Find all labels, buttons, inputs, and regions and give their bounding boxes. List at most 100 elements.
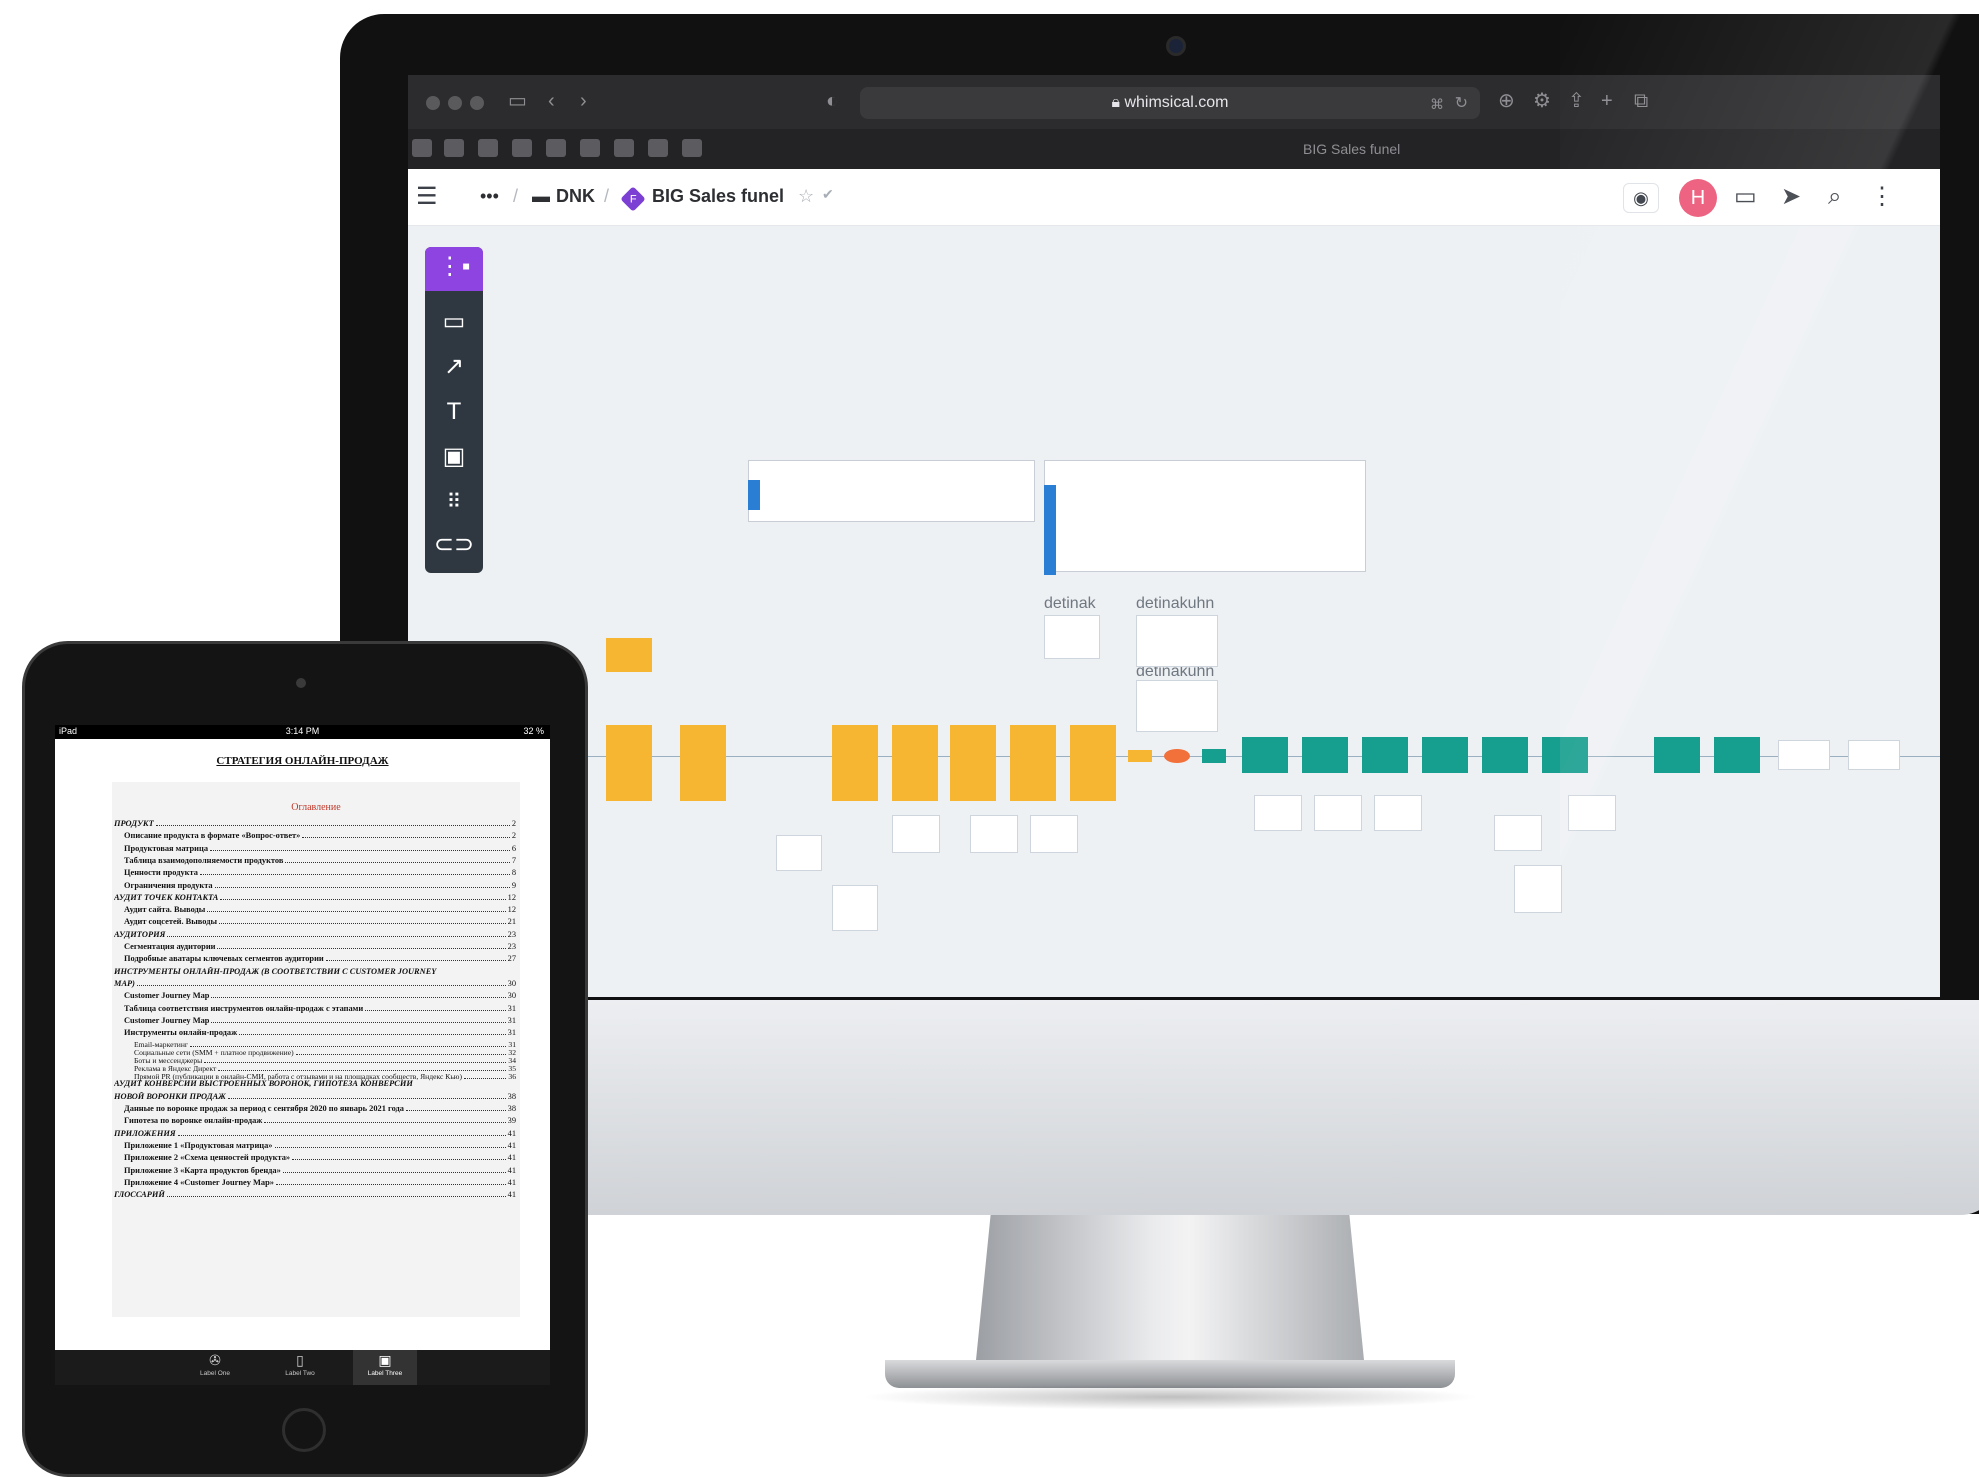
toc-entry[interactable]: Приложение 2 «Схема ценностей продукта» 4… xyxy=(114,1153,516,1163)
bookmark-mail-icon[interactable] xyxy=(444,139,464,157)
tab-label-two[interactable]: ▯ Label Two xyxy=(268,1350,332,1385)
toc-entry[interactable]: Приложение 3 «Карта продуктов бренда» 41 xyxy=(114,1166,516,1176)
sticky-note[interactable] xyxy=(680,725,726,801)
sticky-note[interactable] xyxy=(1654,737,1700,773)
card-widget[interactable] xyxy=(1136,615,1218,667)
toc-entry[interactable]: Аудит соцсетей. Выводы 21 xyxy=(114,917,516,927)
back-icon[interactable]: ‹ xyxy=(548,91,555,111)
extensions-gear-icon[interactable]: ⚙ xyxy=(1533,91,1551,111)
card-widget[interactable] xyxy=(776,835,822,871)
forward-icon[interactable]: › xyxy=(580,91,587,111)
canvas-label[interactable]: detinak xyxy=(1044,595,1096,613)
sidebar-toggle-icon[interactable]: ▭ xyxy=(508,91,527,111)
bookmark-f-icon[interactable] xyxy=(648,139,668,157)
toc-entry[interactable]: Таблица взаимодополняемости продуктов 7 xyxy=(114,856,516,866)
canvas-label[interactable]: detinakuhn xyxy=(1136,595,1214,613)
sticky-note[interactable] xyxy=(1542,737,1588,773)
card-widget[interactable] xyxy=(1254,795,1302,831)
toc-entry[interactable]: Приложение 4 «Customer Journey Map» 41 xyxy=(114,1178,516,1188)
sticky-note[interactable] xyxy=(1010,725,1056,801)
share-icon[interactable]: ⇪ xyxy=(1568,91,1585,111)
sticky-note[interactable] xyxy=(1362,737,1408,773)
toc-entry[interactable]: ГЛОССАРИЙ 41 xyxy=(114,1190,516,1200)
toc-entry[interactable]: MAP) 30 xyxy=(114,979,516,989)
card-widget[interactable] xyxy=(1568,795,1616,831)
card-widget[interactable] xyxy=(1136,680,1218,732)
address-bar[interactable]: 🔒︎ whimsical.com ↻ ⌘ xyxy=(860,87,1480,119)
sticky-note[interactable] xyxy=(1302,737,1348,773)
share-send-icon[interactable]: ➤ xyxy=(1781,183,1801,211)
bookmark-drive-icon[interactable] xyxy=(580,139,600,157)
close-window-button[interactable] xyxy=(426,96,440,110)
sticky-note[interactable] xyxy=(1482,737,1528,773)
toc-entry[interactable]: Ограничения продукта 9 xyxy=(114,881,516,891)
decision-node[interactable] xyxy=(1164,749,1190,763)
sticky-note[interactable] xyxy=(1714,737,1760,773)
toc-entry[interactable]: Данные по воронке продаж за период с сен… xyxy=(114,1104,516,1114)
table-widget[interactable] xyxy=(748,460,1035,522)
toc-entry[interactable]: Инструменты онлайн-продаж 31 xyxy=(114,1028,516,1038)
toc-entry[interactable]: Подробные аватары ключевых сегментов ауд… xyxy=(114,954,516,964)
card-widget[interactable] xyxy=(1514,865,1562,913)
breadcrumb-more[interactable]: ••• xyxy=(480,186,499,207)
more-options-icon[interactable]: ⋮ xyxy=(1870,183,1894,211)
toc-entry[interactable]: ИНСТРУМЕНТЫ ОНЛАЙН-ПРОДАЖ (В СООТВЕТСТВИ… xyxy=(114,967,516,977)
bookmark-telegram-icon[interactable] xyxy=(512,139,532,157)
sticky-note[interactable] xyxy=(606,638,652,672)
card-widget[interactable] xyxy=(1374,795,1422,831)
card-widget[interactable] xyxy=(1494,815,1542,851)
toc-entry[interactable]: АУДИТОРИЯ 23 xyxy=(114,930,516,940)
sticky-note[interactable] xyxy=(1128,750,1152,762)
toc-entry[interactable]: Сегментация аудитории 23 xyxy=(114,942,516,952)
toc-entry[interactable]: Описание продукта в формате «Вопрос-отве… xyxy=(114,831,516,841)
card-widget[interactable] xyxy=(1044,615,1100,659)
sticky-note[interactable] xyxy=(1242,737,1288,773)
card-widget[interactable] xyxy=(970,815,1018,853)
toc-entry[interactable]: НОВОЙ ВОРОНКИ ПРОДАЖ 38 xyxy=(114,1092,516,1102)
board-canvas[interactable]: detinak detinakuhn detinakuhn xyxy=(408,225,1940,997)
sticky-note[interactable] xyxy=(1202,749,1226,763)
table-widget[interactable] xyxy=(1044,460,1366,572)
bookmark-app-icon[interactable] xyxy=(546,139,566,157)
toc-entry[interactable]: Customer Journey Map 31 xyxy=(114,1016,516,1026)
bookmark-figma-icon[interactable] xyxy=(614,139,634,157)
bookmark-gmail-icon[interactable] xyxy=(478,139,498,157)
tab-label-three[interactable]: ▣ Label Three xyxy=(353,1350,417,1385)
card-widget[interactable] xyxy=(892,815,940,853)
card-widget[interactable] xyxy=(832,885,878,931)
privacy-shield-icon[interactable]: ◐ xyxy=(826,91,838,111)
sticky-note[interactable] xyxy=(892,725,938,801)
card-widget[interactable] xyxy=(1314,795,1362,831)
toc-entry[interactable]: Приложение 1 «Продуктовая матрица» 41 xyxy=(114,1141,516,1151)
bookmark-1-icon[interactable] xyxy=(412,139,432,157)
translate-icon[interactable]: ⌘ xyxy=(1430,94,1444,114)
user-avatar[interactable]: H xyxy=(1679,179,1717,217)
toc-entry[interactable]: АУДИТ ТОЧЕК КОНТАКТА 12 xyxy=(114,893,516,903)
board-title[interactable]: BIG Sales funel xyxy=(652,186,784,207)
sticky-note[interactable] xyxy=(1070,725,1116,801)
card-widget[interactable] xyxy=(1848,740,1900,770)
toc-entry[interactable]: ПРИЛОЖЕНИЯ 41 xyxy=(114,1129,516,1139)
sticky-note[interactable] xyxy=(950,725,996,801)
toc-entry[interactable]: Гипотеза по воронке онлайн-продаж 39 xyxy=(114,1116,516,1126)
toc-entry[interactable]: АУДИТ КОНВЕРСИИ ВЫСТРОЕННЫХ ВОРОНОК, ГИП… xyxy=(114,1079,516,1089)
star-icon[interactable]: ☆ xyxy=(798,186,814,207)
toc-entry[interactable]: ПРОДУКТ 2 xyxy=(114,819,516,829)
home-button[interactable] xyxy=(282,1408,326,1452)
reload-icon[interactable]: ↻ xyxy=(1455,94,1468,114)
toc-entry[interactable]: Аудит сайта. Выводы 12 xyxy=(114,905,516,915)
card-widget[interactable] xyxy=(1030,815,1078,853)
menu-collapse-icon[interactable]: ☰ xyxy=(416,183,438,211)
zoom-window-button[interactable] xyxy=(470,96,484,110)
toc-entry[interactable]: Customer Journey Map 30 xyxy=(114,991,516,1001)
new-tab-icon[interactable]: + xyxy=(1601,91,1613,111)
sticky-note[interactable] xyxy=(832,725,878,801)
minimize-window-button[interactable] xyxy=(448,96,462,110)
active-tab-title[interactable]: BIG Sales funel xyxy=(1303,141,1400,157)
comments-icon[interactable]: ▭ xyxy=(1734,183,1757,211)
present-icon[interactable]: ◉ xyxy=(1623,183,1659,213)
bookmark-settings-icon[interactable] xyxy=(682,139,702,157)
toc-entry[interactable]: Ценности продукта 8 xyxy=(114,868,516,878)
toc-entry[interactable]: Продуктовая матрица 6 xyxy=(114,844,516,854)
search-icon[interactable]: ⌕ xyxy=(1828,183,1841,211)
